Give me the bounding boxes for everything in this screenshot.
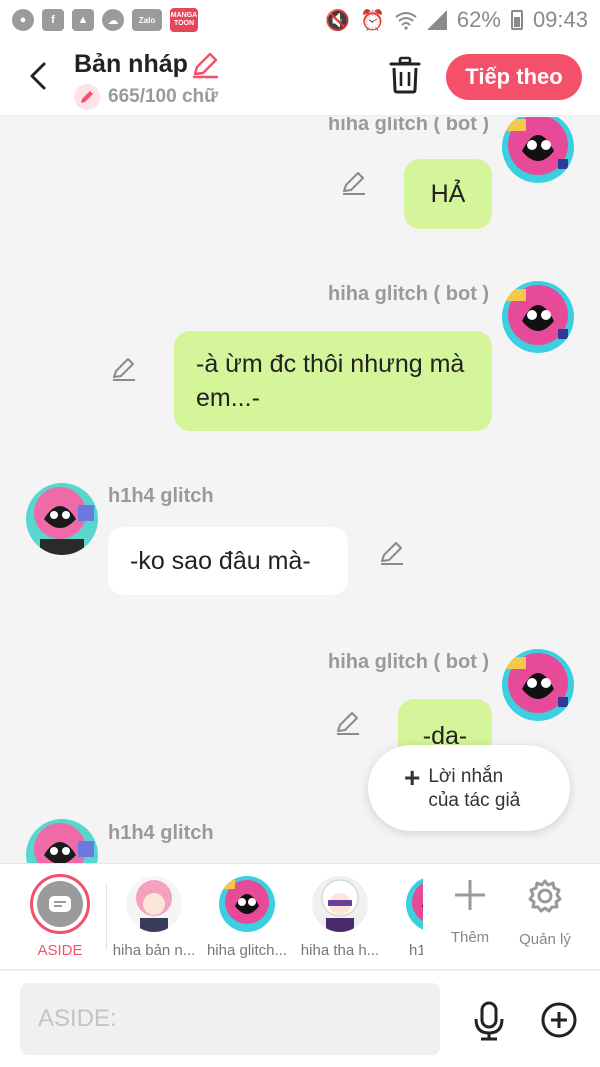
edit-title-button[interactable] xyxy=(190,50,220,80)
pencil-icon xyxy=(343,172,365,195)
pencil-icon xyxy=(337,712,359,735)
author-note-label: Lời nhắn của tác giả xyxy=(428,766,521,811)
avatar[interactable] xyxy=(502,281,574,353)
microphone-icon xyxy=(474,1001,504,1041)
character-avatar xyxy=(312,876,368,932)
chat-bubble-icon: ● xyxy=(12,9,34,31)
message-bubble[interactable]: -à ừm đc thôi nhưng mà em...- xyxy=(174,331,492,431)
bot-avatar-image xyxy=(502,117,574,183)
edit-message-button[interactable] xyxy=(110,355,138,383)
aside-icon xyxy=(37,881,83,927)
voice-input-button[interactable] xyxy=(472,1001,506,1041)
chevron-left-icon xyxy=(30,62,46,90)
avatar[interactable] xyxy=(26,819,98,863)
back-button[interactable] xyxy=(20,56,56,96)
plus-icon xyxy=(455,880,485,910)
sender-name: h1h4 glitch xyxy=(108,822,214,844)
wifi-icon xyxy=(395,12,417,30)
plus-icon: + xyxy=(404,762,421,793)
pencil-icon xyxy=(381,542,403,565)
add-media-button[interactable] xyxy=(540,1001,578,1039)
bot-avatar-image xyxy=(502,649,574,721)
character-avatar xyxy=(406,876,423,932)
bot-avatar-image xyxy=(502,281,574,353)
add-label: Thêm xyxy=(450,929,490,946)
pencil-icon xyxy=(74,84,100,110)
input-bar xyxy=(0,971,600,1067)
character-name: hiha bản n... xyxy=(112,942,196,959)
character-item[interactable]: hiha tha h... xyxy=(296,876,384,959)
message-input[interactable] xyxy=(20,983,440,1055)
user-avatar-image xyxy=(26,819,98,863)
next-button[interactable]: Tiếp theo xyxy=(446,54,582,100)
aside-label: ASIDE xyxy=(37,942,83,959)
trash-icon xyxy=(389,56,421,94)
manage-characters-button[interactable]: Quản lý xyxy=(510,878,580,948)
battery-icon xyxy=(510,10,523,30)
message-bubble[interactable]: -ko sao đâu mà- xyxy=(108,527,348,595)
battery-percent: 62% xyxy=(456,7,501,32)
character-item[interactable]: hiha bản n... xyxy=(110,876,198,959)
avatar[interactable] xyxy=(26,483,98,555)
character-item[interactable]: hiha glitch... xyxy=(203,876,291,959)
word-count: 665/100 chữ xyxy=(74,84,218,110)
mute-icon: 🔇 xyxy=(325,9,350,32)
sender-name: h1h4 glitch xyxy=(108,485,214,507)
edit-message-button[interactable] xyxy=(340,169,368,197)
editor-header: Bản nháp 665/100 chữ Tiếp theo xyxy=(0,40,600,116)
zalo-icon: Zalo xyxy=(132,9,162,31)
character-name: hiha tha h... xyxy=(300,942,380,959)
facebook-icon: f xyxy=(42,9,64,31)
page-title: Bản nháp xyxy=(74,50,188,78)
add-character-button[interactable]: Thêm xyxy=(435,878,505,946)
alarm-icon: ⏰ xyxy=(359,9,385,32)
mangatoon-icon: MANGA TOON xyxy=(170,8,198,32)
character-item[interactable]: h1 xyxy=(389,876,423,959)
divider xyxy=(106,884,107,950)
character-strip: ASIDE hiha bản n... hiha glitch... hiha … xyxy=(0,863,600,970)
user-avatar-image xyxy=(26,483,98,555)
edit-message-button[interactable] xyxy=(334,709,362,737)
status-bar: ● f ▲ ☁ Zalo MANGA TOON 🔇 ⏰ 62% 09:43 xyxy=(0,0,600,40)
avatar[interactable] xyxy=(502,649,574,721)
character-name: hiha glitch... xyxy=(206,942,288,959)
signal-icon xyxy=(426,10,447,30)
plus-circle-icon xyxy=(541,1002,577,1038)
avatar[interactable] xyxy=(502,117,574,183)
character-avatar xyxy=(126,876,182,932)
sender-name: hiha glitch ( bot ) xyxy=(328,117,490,135)
character-avatar xyxy=(219,876,275,932)
clock: 09:43 xyxy=(532,7,588,32)
character-name: h1 xyxy=(409,942,423,959)
message-bubble[interactable]: HẢ xyxy=(404,159,492,229)
sender-name: hiha glitch ( bot ) xyxy=(328,651,490,673)
sender-name: hiha glitch ( bot ) xyxy=(328,283,490,305)
edit-message-button[interactable] xyxy=(378,539,406,567)
cloud-icon: ☁ xyxy=(102,9,124,31)
pencil-icon xyxy=(113,358,135,381)
manage-label: Quản lý xyxy=(519,931,571,948)
author-note-button[interactable]: + Lời nhắn của tác giả xyxy=(368,745,570,831)
delete-button[interactable] xyxy=(388,56,422,94)
gallery-icon: ▲ xyxy=(72,9,94,31)
notification-icons: ● f ▲ ☁ Zalo MANGA TOON xyxy=(12,8,198,32)
pencil-icon xyxy=(192,52,219,79)
gear-icon xyxy=(528,879,562,913)
aside-character[interactable]: ASIDE xyxy=(30,874,90,959)
word-count-text: 665/100 chữ xyxy=(108,86,218,107)
